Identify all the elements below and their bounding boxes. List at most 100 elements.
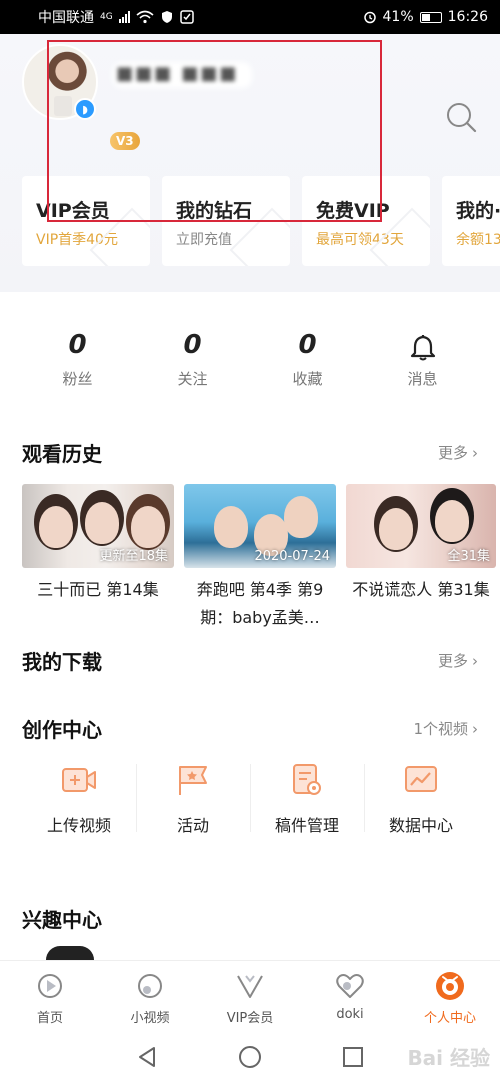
create-label: 数据中心 — [388, 816, 453, 835]
more-label: 更多 — [437, 652, 468, 670]
vip-icon — [200, 971, 300, 1001]
app-notification-icon — [179, 10, 194, 24]
stat-value: 0 — [68, 330, 87, 360]
manuscript-icon — [250, 760, 364, 800]
stat-value: 0 — [298, 330, 317, 360]
history-more-link[interactable]: 更多 › — [438, 442, 478, 463]
stat-favorites[interactable]: 0 收藏 — [250, 330, 365, 400]
nav-label: 小视频 — [130, 1011, 170, 1026]
create-label: 稿件管理 — [274, 816, 339, 835]
section-title: 我的下载 — [22, 650, 102, 674]
watermark-logo: Bai 经验 — [407, 1046, 490, 1070]
search-icon[interactable] — [444, 100, 478, 134]
video-title: 不说谎恋人 第31集 — [352, 580, 490, 599]
create-manuscript[interactable]: 稿件管理 — [250, 760, 364, 836]
stat-label: 收藏 — [292, 370, 323, 388]
stat-following[interactable]: 0 关注 — [135, 330, 250, 400]
nav-label: 首页 — [36, 1011, 63, 1026]
stat-label: 粉丝 — [62, 370, 93, 388]
home-play-icon — [0, 971, 100, 1001]
battery-icon — [419, 11, 442, 23]
downloads-header[interactable]: 我的下载 更多 › — [22, 646, 478, 675]
nav-profile[interactable]: 个人中心 — [400, 961, 500, 1030]
bottom-nav: 首页 小视频 VIP会员 doki 个人中心 — [0, 960, 500, 1030]
chevron-right-icon: › — [472, 651, 478, 670]
card-my-balance[interactable]: 我的· 余额13 — [442, 176, 500, 266]
downloads-more-link[interactable]: 更多 › — [438, 650, 478, 671]
video-thumbnail: 更新至18集 — [22, 484, 174, 568]
video-thumbnail: 2020-07-24 — [184, 484, 336, 568]
status-right: 41% 16:26 — [363, 9, 488, 25]
nav-label: doki — [336, 1007, 364, 1022]
avatar-pendant-icon — [54, 96, 72, 116]
history-item[interactable]: 更新至18集 三十而已 第14集 — [22, 484, 174, 636]
create-upload-video[interactable]: 上传视频 — [22, 760, 136, 836]
create-more-link[interactable]: 1个视频 › — [413, 718, 478, 739]
create-center-header: 创作中心 1个视频 › — [22, 714, 478, 743]
history-header: 观看历史 更多 › — [22, 438, 478, 467]
signal-icon — [118, 11, 130, 23]
create-activity[interactable]: 活动 — [136, 760, 250, 836]
wifi-icon — [136, 10, 154, 24]
stat-label: 消息 — [407, 370, 438, 388]
network-label: 4G — [100, 12, 113, 22]
card-my-diamonds[interactable]: 我的钻石 立即充值 — [162, 176, 290, 266]
chevron-right-icon: › — [472, 719, 478, 738]
nav-vip[interactable]: VIP会员 — [200, 961, 300, 1030]
shield-app-icon — [161, 11, 172, 23]
nav-home[interactable]: 首页 — [0, 961, 100, 1030]
clock: 16:26 — [447, 9, 488, 25]
chevron-right-icon: › — [472, 443, 478, 462]
alarm-icon — [363, 11, 376, 24]
activity-flag-icon — [136, 760, 250, 800]
card-free-vip[interactable]: 免费VIP 最高可领43天 — [302, 176, 430, 266]
history-list: 更新至18集 三十而已 第14集 2020-07-24 奔跑吧 第4季 第9期：… — [22, 484, 500, 636]
stat-messages[interactable]: 消息 — [365, 330, 480, 400]
interest-avatar[interactable] — [46, 946, 94, 960]
create-label: 活动 — [176, 816, 209, 835]
status-bar: 中国联通 4G 41% 16:26 — [0, 0, 500, 34]
data-chart-icon — [364, 760, 478, 800]
video-thumbnail: 全31集 — [346, 484, 496, 568]
section-title: 观看历史 — [22, 442, 102, 466]
stat-value: 0 — [183, 330, 202, 360]
card-title: 我的· — [456, 200, 500, 222]
card-vip-member[interactable]: VIP会员 VIP首季40元 — [22, 176, 150, 266]
short-video-icon — [100, 971, 200, 1001]
video-title: 三十而已 第14集 — [37, 580, 159, 599]
carrier-label: 中国联通 — [38, 10, 94, 26]
upload-video-icon — [22, 760, 136, 800]
card-subtitle: 余额13 — [456, 232, 500, 248]
nav-short-video[interactable]: 小视频 — [100, 961, 200, 1030]
nav-label: 个人中心 — [423, 1011, 476, 1026]
history-item[interactable]: 全31集 不说谎恋人 第31集 — [346, 484, 496, 636]
battery-percent: 41% — [382, 9, 414, 25]
benefit-cards: VIP会员 VIP首季40元 我的钻石 立即充值 免费VIP 最高可领43天 我… — [22, 176, 500, 266]
video-title: 奔跑吧 第4季 第9期：baby孟美… — [196, 580, 324, 627]
status-left: 中国联通 4G — [38, 7, 194, 27]
nav-doki[interactable]: doki — [300, 961, 400, 1030]
bell-icon — [365, 330, 480, 368]
stats-row: 0 粉丝 0 关注 0 收藏 消息 — [0, 330, 500, 400]
vip-level-badge[interactable]: V3 — [110, 132, 140, 150]
doki-heart-icon — [300, 971, 400, 1001]
video-count: 1个视频 — [413, 720, 468, 738]
create-label: 上传视频 — [46, 816, 111, 835]
home-circle-icon[interactable] — [238, 1045, 262, 1069]
nav-label: VIP会员 — [226, 1011, 274, 1026]
back-icon[interactable] — [136, 1045, 158, 1069]
verified-badge-icon: ◗ — [74, 98, 96, 120]
episode-tag: 更新至18集 — [99, 549, 168, 564]
section-title: 创作中心 — [22, 718, 102, 742]
create-data-center[interactable]: 数据中心 — [364, 760, 478, 836]
stat-fans[interactable]: 0 粉丝 — [20, 330, 135, 400]
more-label: 更多 — [437, 444, 468, 462]
date-tag: 2020-07-24 — [254, 549, 330, 564]
recent-apps-icon[interactable] — [342, 1046, 364, 1068]
profile-icon — [400, 971, 500, 1001]
create-center-grid: 上传视频 活动 稿件管理 数据中心 — [22, 760, 478, 836]
history-item[interactable]: 2020-07-24 奔跑吧 第4季 第9期：baby孟美… — [184, 484, 336, 636]
stat-label: 关注 — [177, 370, 208, 388]
interest-header: 兴趣中心 — [22, 904, 478, 933]
username[interactable]: ■■■ ■■■ — [116, 63, 238, 84]
